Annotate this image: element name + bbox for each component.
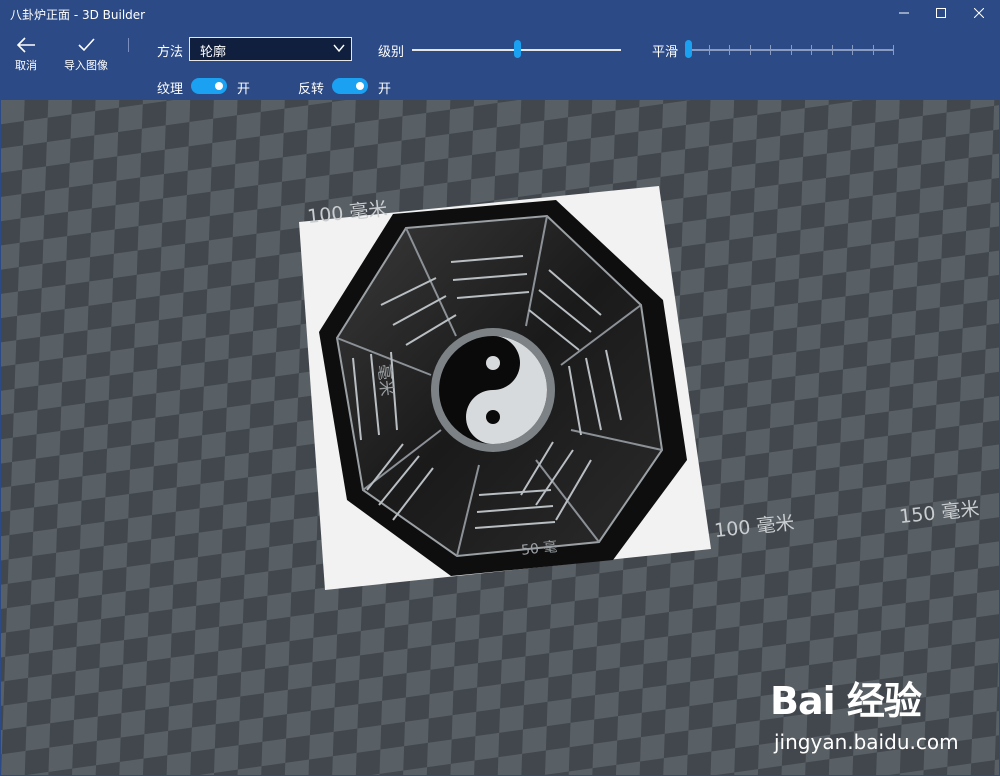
import-image-button[interactable]: 导入图像	[64, 36, 108, 73]
back-arrow-icon	[16, 37, 35, 53]
taiji-dot-dark	[486, 410, 500, 424]
toggle-knob	[356, 82, 364, 90]
toolbar-divider	[128, 38, 129, 52]
dimension-label-side: 毫米	[374, 363, 397, 398]
smooth-slider[interactable]	[688, 49, 893, 51]
smooth-slider-thumb[interactable]	[685, 40, 692, 58]
checkmark-icon	[78, 38, 95, 52]
texture-label: 纹理	[157, 82, 184, 97]
minimize-button[interactable]	[885, 0, 923, 26]
window-title: 八卦炉正面 - 3D Builder	[10, 8, 146, 22]
toggle-knob	[215, 82, 223, 90]
texture-state: 开	[237, 82, 251, 97]
method-value: 轮廓	[200, 45, 227, 60]
smooth-tick	[893, 45, 894, 55]
invert-label: 反转	[298, 82, 325, 97]
import-label: 导入图像	[64, 59, 108, 72]
watermark-url: jingyan.baidu.com	[774, 730, 959, 754]
cancel-label: 取消	[15, 59, 37, 72]
taiji-dot-light	[486, 356, 500, 370]
method-select[interactable]: 轮廓	[189, 37, 352, 61]
level-slider-thumb[interactable]	[513, 40, 521, 58]
invert-toggle[interactable]	[332, 78, 368, 94]
bagua-model[interactable]	[299, 186, 711, 590]
toolbar: 取消 导入图像 方法 轮廓 级别 平滑 纹理 开 反转 开	[0, 26, 1000, 100]
chevron-down-icon	[333, 44, 345, 53]
close-icon	[974, 8, 984, 18]
close-button[interactable]	[960, 0, 998, 26]
maximize-icon	[936, 8, 946, 18]
smooth-label: 平滑	[652, 45, 679, 60]
method-label: 方法	[157, 45, 184, 60]
texture-toggle[interactable]	[191, 78, 227, 94]
dimension-label-bottom: 50 毫	[520, 539, 559, 559]
minimize-icon	[899, 12, 909, 14]
title-bar: 八卦炉正面 - 3D Builder	[0, 0, 1000, 26]
maximize-button[interactable]	[922, 0, 960, 26]
invert-state: 开	[378, 82, 392, 97]
level-label: 级别	[378, 45, 405, 60]
cancel-button[interactable]: 取消	[15, 36, 37, 73]
watermark-brand: Bai 经验	[770, 679, 922, 723]
